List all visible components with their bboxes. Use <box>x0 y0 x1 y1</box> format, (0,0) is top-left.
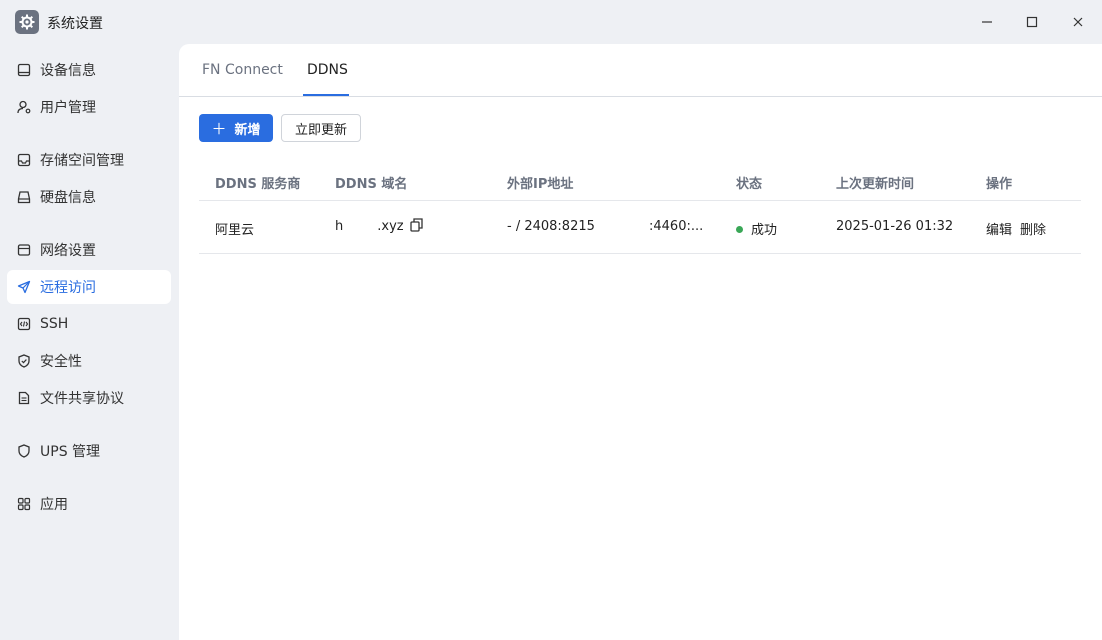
maximize-icon <box>1026 16 1038 28</box>
status-text: 成功 <box>751 223 778 238</box>
delete-link[interactable]: 删除 <box>1020 223 1046 238</box>
column-header-external-ip: 外部IP地址 <box>507 177 574 192</box>
window-title: 系统设置 <box>47 16 103 32</box>
storage-icon <box>16 152 32 168</box>
title-bar: 系统设置 <box>0 0 1102 44</box>
domain-suffix: .xyz <box>377 219 404 234</box>
network-icon <box>16 242 32 258</box>
copy-icon[interactable] <box>410 218 423 236</box>
apps-icon <box>16 496 32 512</box>
add-button[interactable]: ＋ 新增 <box>199 114 273 142</box>
sidebar-item-label: 设备信息 <box>40 63 96 79</box>
monitor-icon <box>16 62 32 78</box>
maximize-button[interactable] <box>1021 11 1043 33</box>
sidebar-item-label: UPS 管理 <box>40 444 101 460</box>
minimize-icon <box>982 21 992 23</box>
sidebar-item-apps[interactable]: 应用 <box>7 487 171 521</box>
actions-cell: 编辑 删除 <box>986 219 1046 238</box>
send-icon <box>16 279 32 295</box>
domain-cell: h .xyz <box>335 219 404 234</box>
close-button[interactable] <box>1067 11 1089 33</box>
status-dot-icon <box>736 226 743 233</box>
column-header-provider: DDNS 服务商 <box>215 177 301 192</box>
plus-icon: ＋ <box>211 119 227 138</box>
disk-icon <box>16 189 32 205</box>
sidebar-item-ups[interactable]: UPS 管理 <box>7 434 171 468</box>
sidebar-item-network[interactable]: 网络设置 <box>7 233 171 267</box>
shield-icon <box>16 443 32 459</box>
file-icon <box>16 390 32 406</box>
sidebar-item-label: 存储空间管理 <box>40 153 124 169</box>
sidebar: 设备信息 用户管理 存储空间管理 硬盘信息 网络设置 远程访问 SSH 安全性 … <box>0 44 178 640</box>
tab-ddns[interactable]: DDNS <box>307 62 348 78</box>
sidebar-item-label: 硬盘信息 <box>40 190 96 206</box>
external-ip-cell-part1: - / 2408:8215 <box>507 219 595 234</box>
sidebar-item-file-sharing[interactable]: 文件共享协议 <box>7 381 171 415</box>
external-ip-cell-part2: :4460:... <box>649 219 704 234</box>
close-icon <box>1073 17 1083 27</box>
status-badge: 成功 <box>736 219 777 238</box>
sidebar-item-label: 网络设置 <box>40 243 96 259</box>
tab-bar: FN Connect DDNS <box>179 44 1102 97</box>
edit-link[interactable]: 编辑 <box>986 223 1012 238</box>
provider-cell: 阿里云 <box>215 223 255 238</box>
shield-check-icon <box>16 353 32 369</box>
sidebar-item-ssh[interactable]: SSH <box>7 307 171 341</box>
sidebar-item-label: 安全性 <box>40 354 82 370</box>
sidebar-item-label: 应用 <box>40 497 68 513</box>
main-panel: FN Connect DDNS ＋ 新增 立即更新 DDNS 服务商 DDNS … <box>179 44 1102 640</box>
sidebar-item-storage[interactable]: 存储空间管理 <box>7 143 171 177</box>
sidebar-item-user-management[interactable]: 用户管理 <box>7 90 171 124</box>
tab-fn-connect[interactable]: FN Connect <box>202 62 283 78</box>
code-icon <box>16 316 32 332</box>
user-icon <box>16 99 32 115</box>
sidebar-item-label: 用户管理 <box>40 100 96 116</box>
minimize-button[interactable] <box>976 11 998 33</box>
sidebar-item-label: 文件共享协议 <box>40 391 124 407</box>
domain-prefix: h <box>335 219 344 234</box>
sidebar-item-disk-info[interactable]: 硬盘信息 <box>7 180 171 214</box>
last-updated-cell: 2025-01-26 01:32 <box>836 219 954 234</box>
active-tab-indicator <box>303 94 349 96</box>
table-row: 阿里云 h .xyz - / 2408:8215 :4460:... 成功 202… <box>199 201 1081 254</box>
table-header: DDNS 服务商 DDNS 域名 外部IP地址 状态 上次更新时间 操作 <box>199 162 1081 201</box>
add-button-label: 新增 <box>234 122 261 138</box>
ddns-table: DDNS 服务商 DDNS 域名 外部IP地址 状态 上次更新时间 操作 阿里云… <box>199 162 1081 254</box>
update-now-button[interactable]: 立即更新 <box>281 114 361 142</box>
sidebar-item-security[interactable]: 安全性 <box>7 344 171 378</box>
gear-icon <box>15 10 39 34</box>
column-header-domain: DDNS 域名 <box>335 177 408 192</box>
sidebar-item-device-info[interactable]: 设备信息 <box>7 53 171 87</box>
column-header-status: 状态 <box>736 177 763 192</box>
sidebar-item-label: 远程访问 <box>40 280 96 296</box>
column-header-actions: 操作 <box>986 177 1013 192</box>
column-header-last-updated: 上次更新时间 <box>836 177 915 192</box>
sidebar-item-label: SSH <box>40 316 69 332</box>
sidebar-item-remote-access[interactable]: 远程访问 <box>7 270 171 304</box>
